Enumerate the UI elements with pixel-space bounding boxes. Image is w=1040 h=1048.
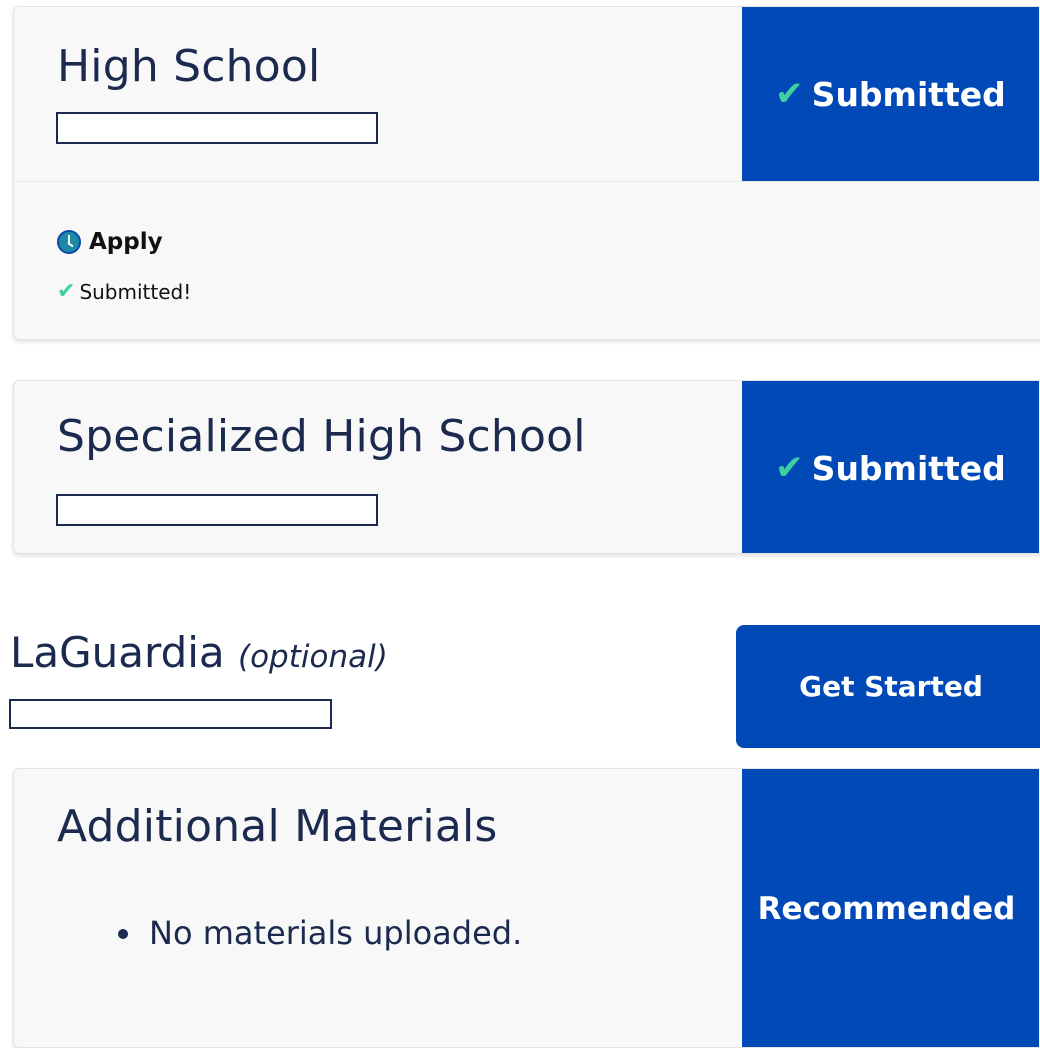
specialized-status-label: Submitted xyxy=(811,448,1006,488)
clock-icon xyxy=(57,230,81,254)
apply-step-status: ✔ Submitted! xyxy=(57,279,191,304)
materials-list: No materials uploaded. xyxy=(125,914,522,952)
laguardia-optional-note: (optional) xyxy=(238,639,388,675)
specialized-redacted-field xyxy=(56,494,378,526)
high-school-status-panel: ✔ Submitted xyxy=(742,7,1039,181)
laguardia-redacted-field xyxy=(9,699,332,729)
check-icon: ✔ xyxy=(775,74,804,114)
high-school-title: High School xyxy=(57,41,321,92)
additional-materials-status-label: Recommended xyxy=(757,891,1016,927)
card-divider xyxy=(14,181,1040,182)
check-icon: ✔ xyxy=(775,448,804,488)
high-school-status-label: Submitted xyxy=(811,74,1006,114)
get-started-button[interactable]: Get Started xyxy=(736,625,1040,748)
specialized-high-school-card: Specialized High School ✔ Submitted xyxy=(13,380,1040,554)
apply-step: Apply xyxy=(57,229,163,255)
check-icon: ✔ xyxy=(57,279,76,304)
list-item: No materials uploaded. xyxy=(145,914,522,952)
additional-materials-card: Additional Materials Recommended xyxy=(13,768,1040,1048)
laguardia-title-text: LaGuardia xyxy=(10,628,225,677)
specialized-title: Specialized High School xyxy=(57,411,586,462)
high-school-redacted-field xyxy=(56,112,378,144)
specialized-status-panel: ✔ Submitted xyxy=(742,381,1039,553)
apply-step-label: Apply xyxy=(89,229,163,255)
additional-materials-status-panel: Recommended xyxy=(742,769,1039,1047)
apply-step-status-label: Submitted! xyxy=(79,279,192,304)
laguardia-title: LaGuardia (optional) xyxy=(10,628,388,677)
additional-materials-title: Additional Materials xyxy=(57,801,498,852)
high-school-card: High School ✔ Submitted Apply ✔ Submitte… xyxy=(13,6,1040,340)
